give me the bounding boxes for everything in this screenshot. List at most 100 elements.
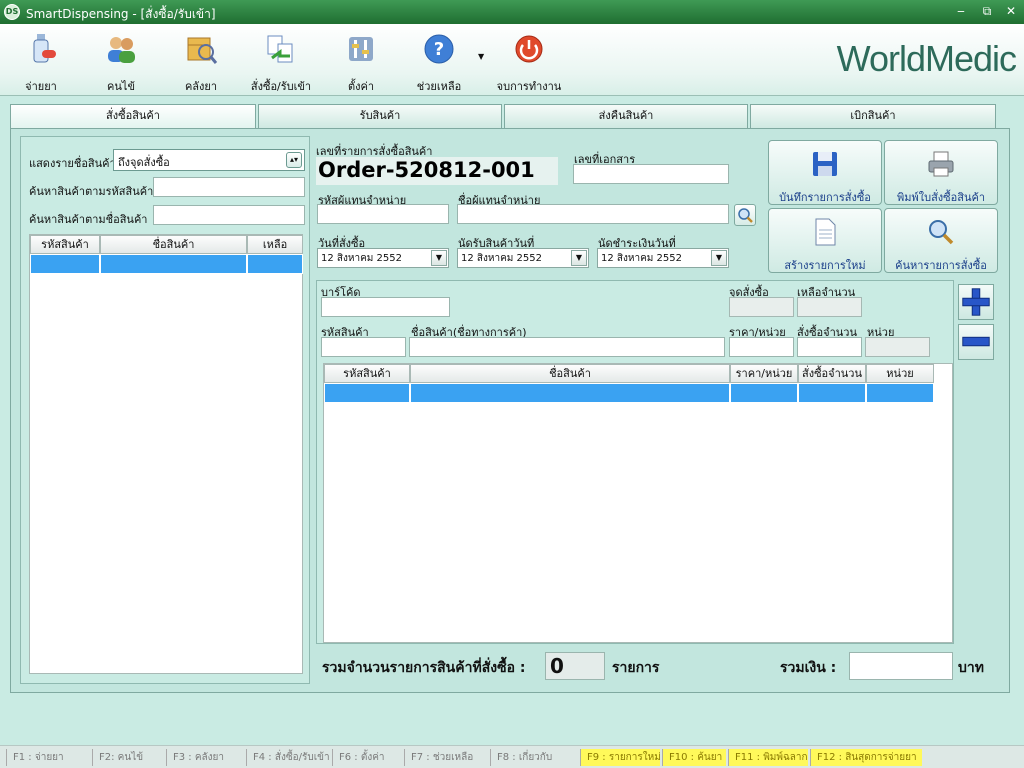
show-products-value: ถึงจุดสั่งซื้อ [118, 156, 170, 169]
toolbar-dispense-button[interactable]: จ่ายยา [14, 28, 68, 93]
fkey-f4[interactable]: F4 : สั่งซื้อ/รับเข้า [246, 749, 332, 766]
item-count-value: 0 [545, 652, 605, 680]
toolbar-order-receive-button[interactable]: สั่งซื้อ/รับเข้า [246, 28, 316, 93]
search-by-name-input[interactable] [153, 205, 305, 225]
toolbar-label: จ่ายยา [25, 80, 57, 93]
fkey-f8[interactable]: F8 : เกี่ยวกับ [490, 749, 578, 766]
payment-date-picker[interactable]: 12 สิงหาคม 2552 ▼ [597, 248, 729, 268]
new-order-button[interactable]: สร้างรายการใหม่ [768, 208, 882, 273]
order-date-picker[interactable]: 12 สิงหาคม 2552 ▼ [317, 248, 449, 268]
table-row-cell[interactable] [324, 383, 410, 403]
total-amount-unit: บาท [958, 660, 984, 676]
save-order-button[interactable]: บันทึกรายการสั่งซื้อ [768, 140, 882, 205]
table-row-cell[interactable] [730, 383, 798, 403]
item-name-input[interactable] [409, 337, 725, 357]
remove-item-button[interactable] [958, 324, 994, 360]
search-by-name-label: ค้นหาสินค้าตามชื่อสินค้า [29, 213, 148, 226]
table-row-cell[interactable] [100, 254, 247, 274]
product-grid[interactable]: รหัสสินค้า ชื่อสินค้า เหลือ [29, 234, 303, 674]
toolbar-label: คนไข้ [107, 80, 135, 93]
toolbar-label: จบการทำงาน [496, 80, 562, 93]
chevron-updown-icon: ▴▾ [286, 152, 302, 168]
column-header[interactable]: เหลือ [247, 235, 303, 254]
order-items-grid[interactable]: รหัสสินค้า ชื่อสินค้า ราคา/หน่วย สั่งซื้… [323, 363, 953, 643]
column-header[interactable]: ชื่อสินค้า [410, 364, 730, 383]
fkey-f2[interactable]: F2: คนไข้ [92, 749, 166, 766]
item-code-input[interactable] [321, 337, 406, 357]
chevron-down-icon: ▼ [431, 250, 447, 266]
minus-icon [962, 336, 990, 347]
total-amount-label: รวมเงิน : [780, 660, 837, 676]
toolbar-patients-button[interactable]: คนไข้ [94, 28, 148, 93]
column-header[interactable]: ราคา/หน่วย [730, 364, 798, 383]
window-title: SmartDispensing - [สั่งซื้อ/รับเข้า] [26, 7, 216, 21]
tab-receive-goods[interactable]: รับสินค้า [258, 104, 502, 128]
toolbar-label: ช่วยเหลือ [416, 80, 462, 93]
column-header[interactable]: รหัสสินค้า [30, 235, 100, 254]
show-products-label: แสดงรายชื่อสินค้า [29, 157, 116, 170]
close-icon[interactable]: ✕ [1002, 3, 1020, 20]
agent-code-input[interactable] [317, 204, 449, 224]
fkey-f7[interactable]: F7 : ช่วยเหลือ [404, 749, 490, 766]
title-bar[interactable]: DS SmartDispensing - [สั่งซื้อ/รับเข้า] … [0, 0, 1024, 24]
document-number-input[interactable] [573, 164, 729, 184]
minimize-icon[interactable]: ‒ [952, 3, 970, 20]
fkey-f3[interactable]: F3 : คลังยา [166, 749, 246, 766]
toolbar-exit-button[interactable]: จบการทำงาน [494, 28, 564, 93]
app-icon: DS [4, 4, 20, 20]
agent-name-input[interactable] [457, 204, 729, 224]
save-order-label: บันทึกรายการสั่งซื้อ [779, 191, 871, 204]
order-items-panel: บาร์โค้ด จุดสั่งซื้อ เหลือจำนวน รหัสสินค… [316, 280, 954, 644]
plus-icon [962, 288, 990, 316]
table-row-cell[interactable] [798, 383, 866, 403]
table-row-cell[interactable] [30, 254, 100, 274]
brand-logo: WorldMedic [836, 38, 1017, 79]
print-order-button[interactable]: พิมพ์ใบสั่งซื้อสินค้า [884, 140, 998, 205]
toolbar-settings-button[interactable]: ตั้งค่า [334, 28, 388, 93]
fkey-f1[interactable]: F1 : จ่ายยา [6, 749, 92, 766]
tab-return-goods[interactable]: ส่งคืนสินค้า [504, 104, 748, 128]
column-header[interactable]: รหัสสินค้า [324, 364, 410, 383]
search-order-button[interactable]: ค้นหารายการสั่งซื้อ [884, 208, 998, 273]
status-bar: F1 : จ่ายยา F2: คนไข้ F3 : คลังยา F4 : ส… [0, 745, 1024, 768]
agent-search-button[interactable] [734, 204, 756, 226]
tab-purchase-order[interactable]: สั่งซื้อสินค้า [10, 104, 256, 128]
order-qty-input[interactable] [797, 337, 862, 357]
column-header[interactable]: หน่วย [866, 364, 934, 383]
column-header[interactable]: ชื่อสินค้า [100, 235, 247, 254]
new-order-label: สร้างรายการใหม่ [784, 259, 866, 272]
chevron-down-icon: ▼ [711, 250, 727, 266]
fkey-f12[interactable]: F12 : สินสุดการจ่ายยา [810, 749, 922, 766]
help-dropdown-arrow-icon[interactable]: ▼ [478, 52, 484, 61]
tab-withdraw-goods[interactable]: เบิกสินค้า [750, 104, 996, 128]
add-item-button[interactable] [958, 284, 994, 320]
search-by-code-input[interactable] [153, 177, 305, 197]
show-products-select[interactable]: ถึงจุดสั่งซื้อ ▴▾ [113, 149, 305, 171]
search-icon [929, 220, 954, 245]
table-row-cell[interactable] [410, 383, 730, 403]
table-row-cell[interactable] [247, 254, 303, 274]
power-icon [515, 35, 543, 63]
fkey-f11[interactable]: F11 : พิมพ์ฉลาก [728, 749, 808, 766]
barcode-input[interactable] [321, 297, 450, 317]
order-date-value: 12 สิงหาคม 2552 [321, 253, 403, 264]
toolbar-label: คลังยา [184, 80, 218, 93]
table-row-cell[interactable] [866, 383, 934, 403]
search-order-label: ค้นหารายการสั่งซื้อ [895, 259, 987, 272]
receive-date-picker[interactable]: 12 สิงหาคม 2552 ▼ [457, 248, 589, 268]
chevron-down-icon: ▼ [571, 250, 587, 266]
toolbar-help-button[interactable]: ? ช่วยเหลือ [412, 28, 466, 93]
restore-icon[interactable]: ⧉ [978, 3, 996, 20]
fkey-f6[interactable]: F6 : ตั้งค่า [332, 749, 404, 766]
floppy-disk-icon [813, 152, 837, 176]
toolbar-warehouse-button[interactable]: คลังยา [174, 28, 228, 93]
unit-price-input[interactable] [729, 337, 794, 357]
toolbar-label: ตั้งค่า [347, 80, 375, 93]
reorder-point-field [729, 297, 794, 317]
column-header[interactable]: สั่งซื้อจำนวน [798, 364, 866, 383]
tab-bar: สั่งซื้อสินค้า รับสินค้า ส่งคืนสินค้า เบ… [10, 104, 996, 128]
printer-icon [928, 151, 954, 177]
dispense-icon [33, 34, 56, 63]
fkey-f9[interactable]: F9 : รายการใหม่ [580, 749, 661, 766]
fkey-f10[interactable]: F10 : ค้นยา [662, 749, 726, 766]
